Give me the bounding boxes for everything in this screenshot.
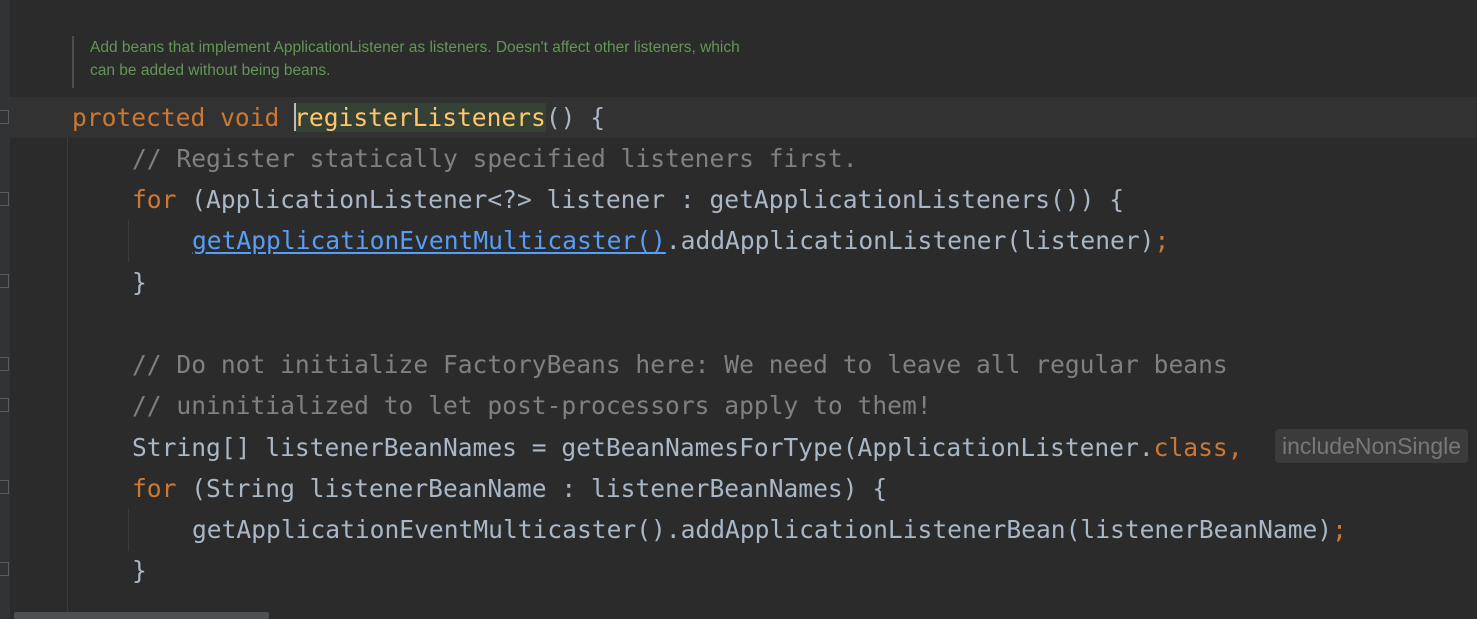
method-call: getApplicationEventMulticaster().addAppl…: [192, 515, 1333, 544]
for-loop-header: (String listenerBeanName : listenerBeanN…: [176, 474, 888, 503]
code-line-comment[interactable]: // uninitialized to let post-processors …: [132, 385, 932, 426]
code-line-comment[interactable]: // Register statically specified listene…: [132, 138, 858, 179]
code-line-close-brace[interactable]: }: [132, 262, 147, 303]
code-line-comment[interactable]: // Do not initialize FactoryBeans here: …: [132, 344, 1228, 385]
indent-guide: [128, 220, 129, 262]
keyword-protected: protected: [72, 103, 206, 132]
fold-marker-icon[interactable]: [0, 110, 9, 124]
rendered-javadoc[interactable]: Add beans that implement ApplicationList…: [72, 36, 832, 88]
closing-brace: }: [132, 556, 147, 585]
javadoc-line: Add beans that implement ApplicationList…: [90, 39, 740, 56]
code-editor[interactable]: Add beans that implement ApplicationList…: [0, 0, 1477, 619]
line-comment: // Do not initialize FactoryBeans here: …: [132, 350, 1228, 379]
semicolon: ;: [1154, 226, 1170, 255]
method-call: .addApplicationListener(listener): [665, 226, 1155, 255]
code-line-bean-names[interactable]: String[] listenerBeanNames = getBeanName…: [132, 427, 1243, 468]
code-line-for-loop[interactable]: for (ApplicationListener<?> listener : g…: [132, 179, 1124, 220]
method-call-link[interactable]: getApplicationEventMulticaster(): [192, 226, 666, 255]
text-caret: [294, 103, 297, 131]
fold-marker-icon[interactable]: [0, 480, 9, 494]
keyword-class: class: [1153, 433, 1228, 462]
indent-guide: [67, 138, 68, 619]
for-loop-header: (ApplicationListener<?> listener : getAp…: [176, 185, 1125, 214]
assignment-expression: String[] listenerBeanNames = getBeanName…: [132, 433, 1154, 462]
method-name[interactable]: registerListeners: [294, 103, 546, 132]
fold-marker-icon[interactable]: [0, 274, 9, 288]
keyword-for: for: [132, 474, 177, 503]
semicolon: ;: [1332, 515, 1347, 544]
closing-brace: }: [132, 268, 147, 297]
fold-marker-icon[interactable]: [0, 398, 9, 412]
fold-marker-icon[interactable]: [0, 357, 9, 371]
parameter-inlay-hint: includeNonSingle: [1275, 429, 1469, 463]
fold-marker-icon[interactable]: [0, 192, 9, 206]
fold-marker-icon[interactable]: [0, 562, 9, 576]
keyword-for: for: [132, 185, 177, 214]
code-line-add-listener-bean[interactable]: getApplicationEventMulticaster().addAppl…: [192, 509, 1347, 550]
method-params: () {: [545, 103, 606, 132]
line-comment: // uninitialized to let post-processors …: [132, 391, 932, 420]
horizontal-scrollbar[interactable]: [14, 612, 269, 619]
comma: ,: [1227, 433, 1243, 462]
code-line-method-declaration[interactable]: protected void registerListeners() {: [72, 97, 605, 138]
code-line-add-listener[interactable]: getApplicationEventMulticaster().addAppl…: [192, 220, 1169, 261]
editor-gutter: [0, 0, 10, 619]
keyword-void: void: [220, 103, 280, 132]
javadoc-line: can be added without being beans.: [90, 62, 331, 79]
line-comment: // Register statically specified listene…: [132, 144, 858, 173]
indent-guide: [128, 509, 129, 551]
code-line-close-brace[interactable]: }: [132, 550, 147, 591]
code-line-for-loop[interactable]: for (String listenerBeanName : listenerB…: [132, 468, 887, 509]
